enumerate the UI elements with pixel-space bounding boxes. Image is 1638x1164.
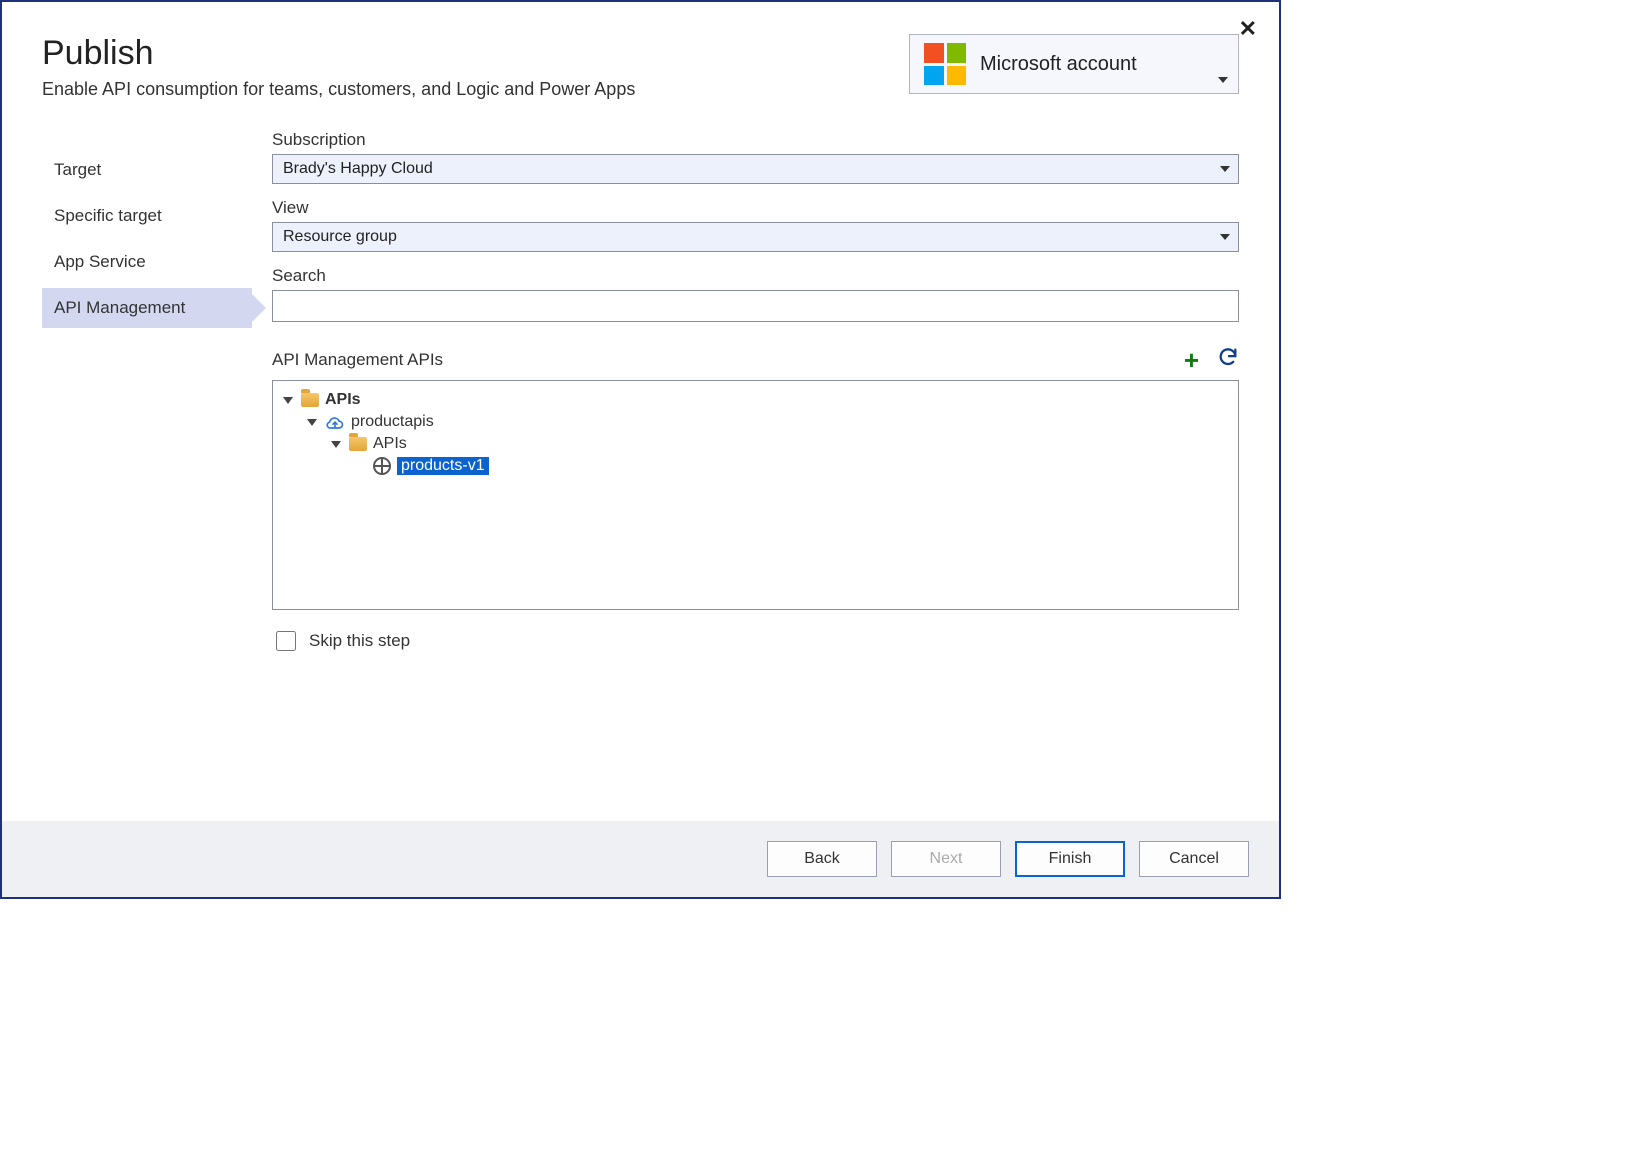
microsoft-logo-icon — [924, 43, 966, 85]
sidebar: Target Specific target App Service API M… — [42, 130, 252, 811]
publish-dialog: ✕ Publish Enable API consumption for tea… — [0, 0, 1281, 899]
back-button[interactable]: Back — [767, 841, 877, 877]
expand-toggle-icon[interactable] — [331, 441, 341, 448]
tree-node-label: products-v1 — [397, 457, 489, 475]
page-title: Publish — [42, 34, 909, 73]
refresh-icon[interactable] — [1217, 346, 1239, 374]
main-columns: Target Specific target App Service API M… — [42, 130, 1239, 811]
header-row: Publish Enable API consumption for teams… — [42, 34, 1239, 122]
apis-list-label: API Management APIs — [272, 350, 443, 370]
search-label: Search — [272, 266, 1239, 286]
tree-node-products-v1[interactable]: products-v1 — [283, 455, 1228, 477]
api-tree[interactable]: APIs productapis — [272, 380, 1239, 610]
chevron-down-icon — [1220, 166, 1230, 172]
view-select[interactable]: Resource group — [272, 222, 1239, 252]
apis-header: API Management APIs + — [272, 346, 1239, 374]
globe-icon — [373, 457, 391, 475]
account-name: Microsoft account — [980, 53, 1137, 76]
folder-icon — [301, 393, 319, 407]
tree-node-productapis[interactable]: productapis — [283, 411, 1228, 433]
sidebar-item-label: Specific target — [54, 206, 162, 225]
tree-node-root[interactable]: APIs — [283, 389, 1228, 411]
form-area: Subscription Brady's Happy Cloud View Re… — [252, 130, 1239, 811]
sidebar-item-specific-target[interactable]: Specific target — [42, 196, 252, 236]
view-value: Resource group — [283, 228, 397, 246]
skip-checkbox[interactable] — [276, 631, 296, 651]
subscription-value: Brady's Happy Cloud — [283, 160, 433, 178]
skip-label: Skip this step — [309, 631, 410, 651]
folder-icon — [349, 437, 367, 451]
chevron-down-icon — [1218, 77, 1228, 83]
skip-this-step-row[interactable]: Skip this step — [272, 628, 1239, 654]
cancel-button[interactable]: Cancel — [1139, 841, 1249, 877]
tree-node-apis-sub[interactable]: APIs — [283, 433, 1228, 455]
add-api-icon[interactable]: + — [1184, 347, 1199, 373]
sidebar-item-label: Target — [54, 160, 101, 179]
sidebar-item-api-management[interactable]: API Management — [42, 288, 252, 328]
close-icon[interactable]: ✕ — [1239, 18, 1257, 40]
expand-toggle-icon[interactable] — [283, 397, 293, 404]
tree-node-label: APIs — [325, 391, 361, 409]
tree-node-label: productapis — [351, 413, 434, 431]
view-label: View — [272, 198, 1239, 218]
title-block: Publish Enable API consumption for teams… — [42, 34, 909, 122]
content-area: Publish Enable API consumption for teams… — [2, 2, 1279, 821]
chevron-down-icon — [1220, 234, 1230, 240]
dialog-footer: Back Next Finish Cancel — [2, 821, 1279, 897]
cloud-icon — [325, 415, 345, 429]
finish-button[interactable]: Finish — [1015, 841, 1125, 877]
expand-toggle-icon[interactable] — [307, 419, 317, 426]
subscription-label: Subscription — [272, 130, 1239, 150]
tree-node-label: APIs — [373, 435, 407, 453]
account-selector[interactable]: Microsoft account — [909, 34, 1239, 94]
sidebar-item-target[interactable]: Target — [42, 150, 252, 190]
sidebar-item-label: API Management — [54, 298, 185, 317]
sidebar-item-label: App Service — [54, 252, 146, 271]
page-subtitle: Enable API consumption for teams, custom… — [42, 79, 909, 100]
search-input[interactable] — [272, 290, 1239, 322]
sidebar-item-app-service[interactable]: App Service — [42, 242, 252, 282]
subscription-select[interactable]: Brady's Happy Cloud — [272, 154, 1239, 184]
next-button: Next — [891, 841, 1001, 877]
